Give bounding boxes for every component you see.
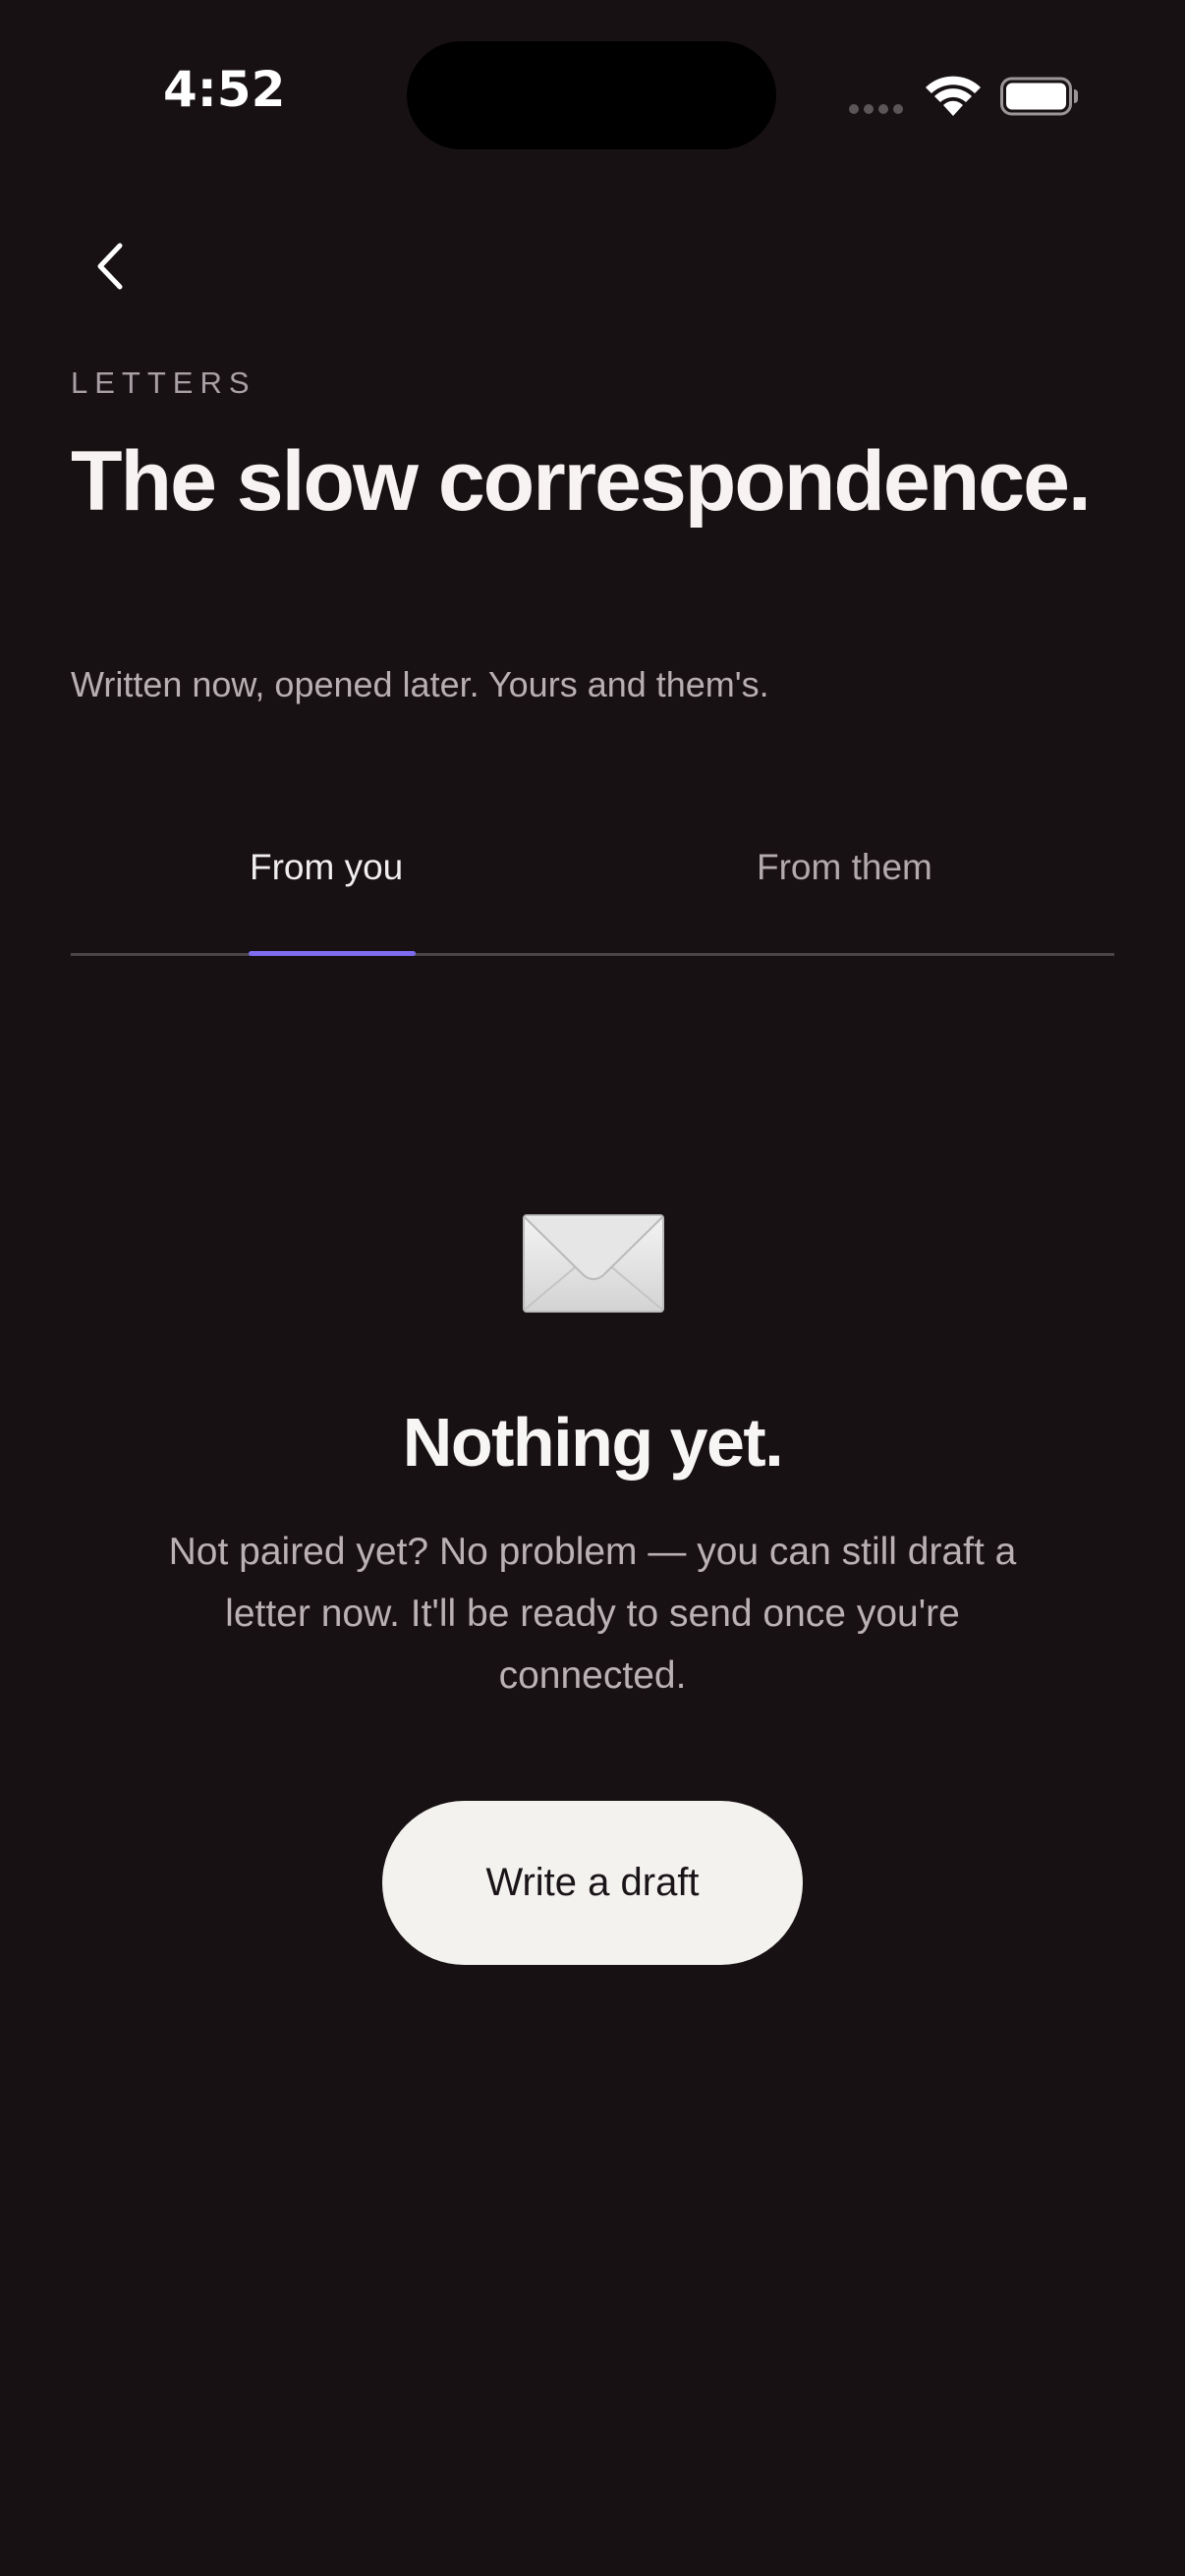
battery-icon <box>1000 77 1078 116</box>
tab-from-them[interactable]: From them <box>757 847 932 888</box>
page-subtitle: Written now, opened later. Yours and the… <box>71 664 769 704</box>
active-tab-indicator <box>249 951 416 956</box>
letters-screen: 4:52 LETTERS The slow correspondence. Wr… <box>0 0 1185 2576</box>
tab-from-you[interactable]: From you <box>250 847 403 888</box>
chevron-left-icon <box>97 243 123 290</box>
envelope-icon <box>523 1214 664 1313</box>
empty-state-title: Nothing yet. <box>402 1404 784 1481</box>
section-eyebrow: LETTERS <box>71 365 256 400</box>
empty-state-message: Not paired yet? No problem — you can sti… <box>168 1531 1017 1697</box>
dynamic-island <box>407 41 776 149</box>
wifi-icon <box>926 76 981 116</box>
cellular-signal-icon <box>849 104 903 114</box>
back-button[interactable] <box>83 232 136 301</box>
tab-bar: From you From them <box>71 825 1114 956</box>
page-title: The slow correspondence. <box>71 434 1092 529</box>
write-draft-button[interactable]: Write a draft <box>382 1801 803 1965</box>
status-time: 4:52 <box>163 61 286 118</box>
